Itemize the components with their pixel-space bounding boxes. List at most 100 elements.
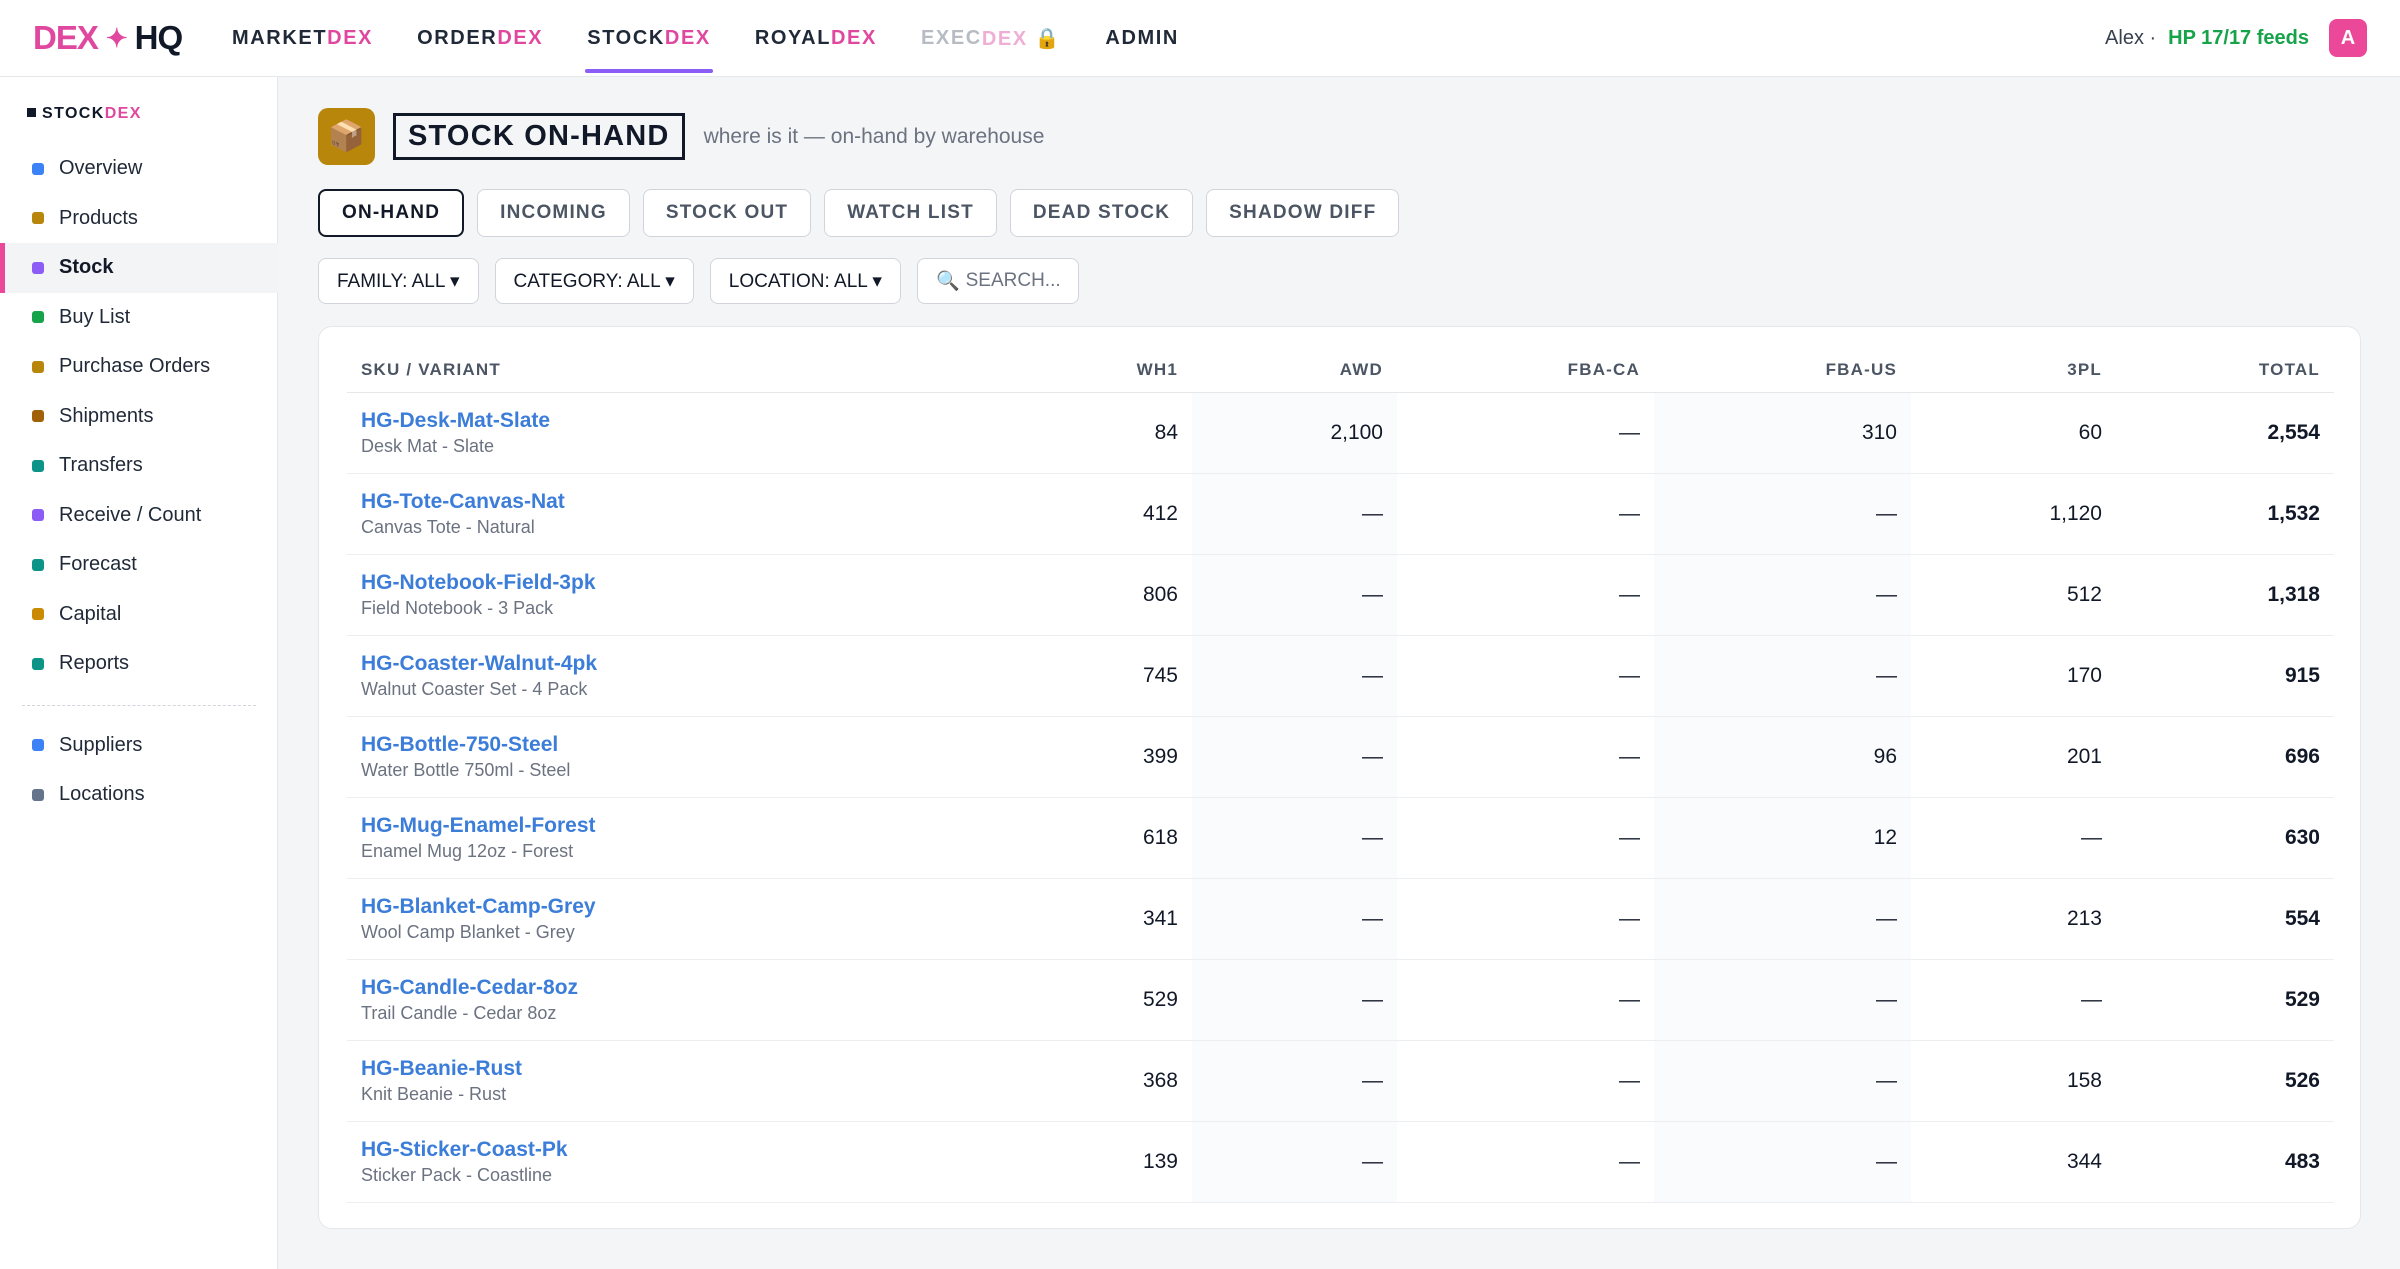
3pl-cell: — [1911, 797, 2116, 879]
feeds-status[interactable]: HP 17/17 feeds [2168, 27, 2309, 50]
sidebar-item-locations[interactable]: Locations [0, 770, 278, 820]
sidebar-item-products[interactable]: Products [0, 194, 278, 244]
app-logo[interactable]: DEX ✦ HQ [33, 19, 183, 57]
fba-ca-cell: — [1397, 392, 1654, 474]
sidebar-item-suppliers[interactable]: Suppliers [0, 721, 278, 771]
tab-watch-list[interactable]: WATCH LIST [824, 189, 997, 237]
sku-cell: HG-Sticker-Coast-Pk Sticker Pack - Coastl… [347, 1121, 967, 1203]
wh1-cell: 745 [967, 635, 1192, 717]
column-header-3pl[interactable]: 3PL [1911, 348, 2116, 393]
3pl-cell: 60 [1911, 392, 2116, 474]
sku-description: Water Bottle 750ml - Steel [361, 759, 571, 780]
awd-cell: — [1192, 473, 1397, 555]
3pl-cell: 344 [1911, 1121, 2116, 1203]
total-cell: 1,318 [2116, 554, 2334, 636]
column-header-fba-us[interactable]: FBA-US [1654, 348, 1911, 393]
column-header-total[interactable]: TOTAL [2116, 348, 2334, 393]
box-icon: 📦 [318, 108, 375, 165]
sidebar-item-label: Purchase Orders [59, 355, 211, 378]
wh1-cell: 618 [967, 797, 1192, 879]
sku-link[interactable]: HG-Beanie-Rust [361, 1057, 953, 1081]
sku-link[interactable]: HG-Bottle-750-Steel [361, 733, 953, 757]
sku-link[interactable]: HG-Notebook-Field-3pk [361, 571, 953, 595]
family-filter-dropdown[interactable]: FAMILY: ALL ▾ [318, 258, 479, 304]
awd-cell: 2,100 [1192, 392, 1397, 474]
total-cell: 554 [2116, 878, 2334, 960]
tab-shadow-diff[interactable]: SHADOW DIFF [1206, 189, 1400, 237]
sku-link[interactable]: HG-Mug-Enamel-Forest [361, 814, 953, 838]
sidebar-item-receive-count[interactable]: Receive / Count [0, 491, 278, 541]
nav-label-suffix: DEX [497, 27, 544, 49]
sku-link[interactable]: HG-Desk-Mat-Slate [361, 409, 953, 433]
sidebar-item-overview[interactable]: Overview [0, 144, 278, 194]
fba-ca-cell: — [1397, 797, 1654, 879]
nav-label: EXEC [920, 27, 982, 49]
table-row: HG-Blanket-Camp-Grey Wool Camp Blanket - … [347, 878, 2334, 960]
avatar[interactable]: A [2329, 19, 2367, 57]
sku-link[interactable]: HG-Sticker-Coast-Pk [361, 1138, 953, 1162]
dot-icon [32, 509, 44, 522]
sku-description: Knit Beanie - Rust [361, 1083, 507, 1104]
column-header-awd[interactable]: AWD [1192, 348, 1397, 393]
total-cell: 630 [2116, 797, 2334, 879]
wh1-cell: 368 [967, 1040, 1192, 1122]
table-row: HG-Tote-Canvas-Nat Canvas Tote - Natural … [347, 473, 2334, 555]
tab-on-hand[interactable]: ON-HAND [318, 189, 465, 237]
sidebar-header-prefix: STOCK [42, 105, 105, 122]
page-title: STOCK ON-HAND [393, 113, 685, 160]
fba-us-cell: — [1654, 473, 1911, 555]
sku-cell: HG-Blanket-Camp-Grey Wool Camp Blanket - … [347, 878, 967, 960]
sidebar-item-buy-list[interactable]: Buy List [0, 293, 278, 343]
nav-stockdex[interactable]: STOCK DEX [565, 0, 733, 77]
search-input[interactable] [965, 270, 1060, 292]
wh1-cell: 399 [967, 716, 1192, 798]
nav-royaldex[interactable]: ROYAL DEX [733, 0, 899, 77]
sidebar-item-stock[interactable]: Stock [0, 243, 278, 293]
sku-link[interactable]: HG-Blanket-Camp-Grey [361, 895, 953, 919]
fba-ca-cell: — [1397, 959, 1654, 1041]
fba-ca-cell: — [1397, 878, 1654, 960]
sku-description: Desk Mat - Slate [361, 435, 495, 456]
3pl-cell: 170 [1911, 635, 2116, 717]
table-row: HG-Notebook-Field-3pk Field Notebook - 3 … [347, 554, 2334, 636]
wh1-cell: 341 [967, 878, 1192, 960]
nav-orderdex[interactable]: ORDER DEX [395, 0, 565, 77]
category-filter-dropdown[interactable]: CATEGORY: ALL ▾ [494, 258, 694, 304]
dot-icon [32, 261, 44, 274]
sidebar-item-forecast[interactable]: Forecast [0, 540, 278, 590]
sku-link[interactable]: HG-Tote-Canvas-Nat [361, 490, 953, 514]
sidebar-item-capital[interactable]: Capital [0, 590, 278, 640]
total-cell: 1,532 [2116, 473, 2334, 555]
tab-stock-out[interactable]: STOCK OUT [642, 189, 812, 237]
sidebar-item-shipments[interactable]: Shipments [0, 392, 278, 442]
search-box[interactable]: 🔍 [916, 258, 1079, 304]
nav-marketdex[interactable]: MARKET DEX [210, 0, 395, 77]
awd-cell: — [1192, 554, 1397, 636]
awd-cell: — [1192, 635, 1397, 717]
logo-star-icon: ✦ [105, 22, 128, 53]
sku-link[interactable]: HG-Coaster-Walnut-4pk [361, 652, 953, 676]
column-header-sku[interactable]: SKU / VARIANT [347, 348, 967, 393]
fba-us-cell: 310 [1654, 392, 1911, 474]
total-cell: 2,554 [2116, 392, 2334, 474]
dot-icon [32, 657, 44, 670]
sidebar-item-transfers[interactable]: Transfers [0, 441, 278, 491]
sidebar-item-label: Reports [59, 652, 130, 675]
wh1-cell: 529 [967, 959, 1192, 1041]
nav-admin[interactable]: ADMIN [1083, 0, 1201, 77]
total-cell: 483 [2116, 1121, 2334, 1203]
fba-ca-cell: — [1397, 554, 1654, 636]
logo-hq: HQ [134, 19, 183, 56]
sku-link[interactable]: HG-Candle-Cedar-8oz [361, 976, 953, 1000]
sku-cell: HG-Bottle-750-Steel Water Bottle 750ml - … [347, 716, 967, 798]
column-header-fba-ca[interactable]: FBA-CA [1397, 348, 1654, 393]
tab-incoming[interactable]: INCOMING [477, 189, 630, 237]
column-header-wh1[interactable]: WH1 [967, 348, 1192, 393]
tab-dead-stock[interactable]: DEAD STOCK [1009, 189, 1194, 237]
sku-cell: HG-Coaster-Walnut-4pk Walnut Coaster Set … [347, 635, 967, 717]
sidebar-item-purchase-orders[interactable]: Purchase Orders [0, 342, 278, 392]
sidebar-header-suffix: DEX [104, 105, 142, 122]
location-filter-dropdown[interactable]: LOCATION: ALL ▾ [709, 258, 901, 304]
sidebar-item-reports[interactable]: Reports [0, 639, 278, 689]
dot-icon [32, 162, 44, 175]
